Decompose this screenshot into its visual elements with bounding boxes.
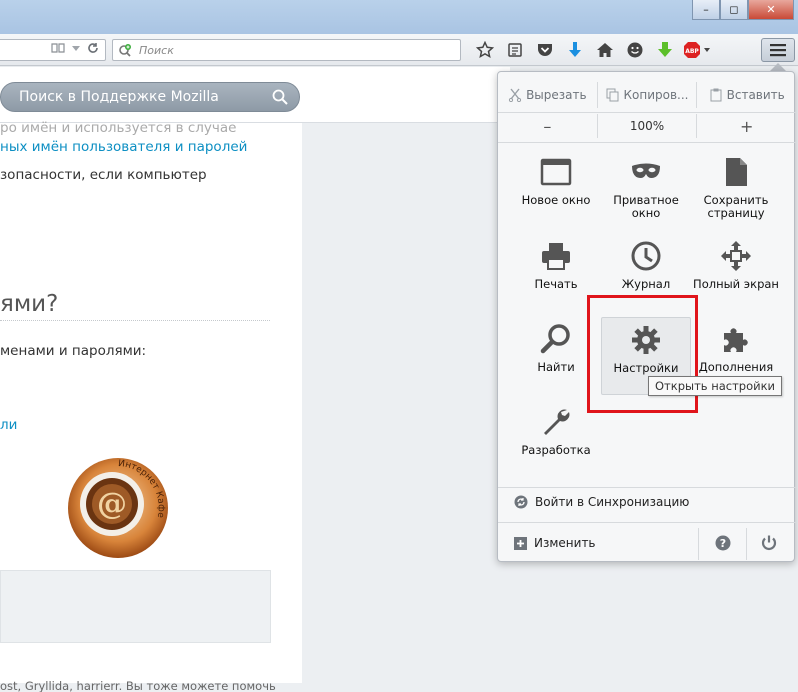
new-window-label: Новое окно	[521, 193, 591, 207]
cut-label: Вырезать	[526, 88, 587, 102]
private-window-button[interactable]: Приватное окно	[601, 150, 691, 228]
zoom-reset-button[interactable]: 100%	[598, 114, 698, 138]
private-window-label: Приватное окно	[613, 193, 679, 220]
copy-icon	[606, 88, 619, 102]
coffee-badge-image: @ Интернет Кафе	[66, 456, 170, 560]
reader-view-icon[interactable]	[51, 42, 65, 57]
customize-button[interactable]: Изменить	[514, 536, 596, 550]
addons-label: Дополнения	[698, 360, 774, 374]
search-placeholder: Поиск	[139, 44, 174, 57]
bookmark-star-icon[interactable]	[470, 39, 500, 61]
maximize-button[interactable]: ◻	[720, 0, 748, 20]
dropdown-arrow-icon[interactable]	[71, 42, 81, 57]
find-label: Найти	[537, 360, 575, 374]
close-button[interactable]: ✕	[748, 0, 794, 20]
navigation-toolbar: Поиск ABP	[0, 34, 798, 66]
window-controls: – ◻ ✕	[692, 0, 794, 20]
fullscreen-button[interactable]: Полный экран	[691, 234, 781, 312]
clock-icon	[631, 241, 661, 271]
magnifier-icon	[540, 324, 570, 354]
customize-label: Изменить	[534, 536, 596, 550]
save-page-label: Сохранить страницу	[703, 193, 769, 220]
new-window-icon	[540, 158, 572, 186]
article-line-passwords: менами и паролями:	[0, 343, 147, 359]
smiley-addon-icon[interactable]	[620, 39, 650, 61]
clipboard-icon	[710, 88, 722, 102]
green-download-addon-icon[interactable]	[650, 39, 680, 61]
options-tooltip: Открыть настройки	[648, 376, 783, 396]
power-icon	[761, 535, 777, 550]
open-menu-button[interactable]	[761, 38, 795, 62]
svg-text:ABP: ABP	[685, 48, 699, 55]
printer-icon	[542, 243, 570, 270]
article-line-cut: ро имён и используется в случае	[0, 120, 237, 136]
fullscreen-label: Полный экран	[693, 277, 779, 291]
zoom-controls: – 100% +	[498, 114, 796, 138]
save-page-icon	[726, 158, 747, 186]
panel-arrow	[770, 63, 786, 71]
zoom-in-button[interactable]: +	[697, 114, 796, 138]
info-box	[0, 570, 271, 643]
article-body: ро имён и используется в случае ных имён…	[0, 120, 302, 692]
private-mask-icon	[632, 163, 660, 178]
window-titlebar: – ◻ ✕	[0, 0, 798, 34]
support-search-placeholder: Поиск в Поддержке Mozilla	[19, 89, 219, 105]
article-line-security: зопасности, если компьютер	[0, 167, 207, 183]
support-search-input[interactable]: Поиск в Поддержке Mozilla	[0, 82, 300, 112]
reload-icon[interactable]	[87, 42, 99, 57]
pocket-icon[interactable]	[530, 39, 560, 61]
copy-button[interactable]: Копиров...	[598, 82, 698, 108]
copy-label: Копиров...	[623, 88, 689, 102]
sync-label: Войти в Синхронизацию	[535, 495, 690, 509]
cut-button[interactable]: Вырезать	[498, 82, 598, 108]
help-icon: ?	[715, 535, 731, 551]
developer-label: Разработка	[521, 443, 591, 457]
article-heading: ями?	[0, 291, 59, 317]
url-bar[interactable]	[0, 39, 106, 61]
paste-label: Вставить	[726, 88, 785, 102]
sync-signin-button[interactable]: Войти в Синхронизацию	[514, 495, 689, 509]
downloads-icon[interactable]	[560, 39, 590, 61]
article-link-usernames[interactable]: ных имён пользователя и паролей	[0, 139, 247, 155]
article-link-short[interactable]: ли	[0, 417, 17, 433]
plus-box-icon	[514, 536, 527, 550]
divider	[0, 320, 270, 321]
bookmarks-menu-icon[interactable]	[500, 39, 530, 61]
search-bar[interactable]: Поиск	[112, 39, 461, 61]
support-header: Поиск в Поддержке Mozilla	[0, 67, 510, 123]
svg-text:?: ?	[720, 537, 726, 550]
help-button[interactable]: ?	[714, 534, 734, 554]
home-icon[interactable]	[590, 39, 620, 61]
hamburger-icon	[770, 44, 786, 57]
search-icon[interactable]	[271, 88, 289, 106]
minimize-button[interactable]: –	[692, 0, 720, 20]
save-page-button[interactable]: Сохранить страницу	[691, 150, 781, 228]
paste-button[interactable]: Вставить	[697, 82, 796, 108]
wrench-icon	[544, 409, 570, 435]
new-window-button[interactable]: Новое окно	[511, 150, 601, 228]
quit-button[interactable]	[760, 534, 780, 554]
zoom-out-button[interactable]: –	[498, 114, 598, 138]
sync-icon	[514, 495, 528, 509]
contributors-line: ost, Gryllida, harrierr. Вы тоже можете …	[0, 679, 276, 692]
svg-text:@: @	[97, 487, 127, 522]
search-engine-icon[interactable]	[118, 43, 132, 57]
edit-controls: Вырезать Копиров... Вставить	[498, 82, 796, 108]
print-label: Печать	[534, 277, 578, 291]
puzzle-icon	[724, 328, 748, 352]
adblock-plus-icon[interactable]: ABP	[680, 39, 716, 61]
scissors-icon	[508, 88, 522, 102]
fullscreen-icon	[721, 241, 751, 271]
history-label: Журнал	[621, 277, 671, 291]
